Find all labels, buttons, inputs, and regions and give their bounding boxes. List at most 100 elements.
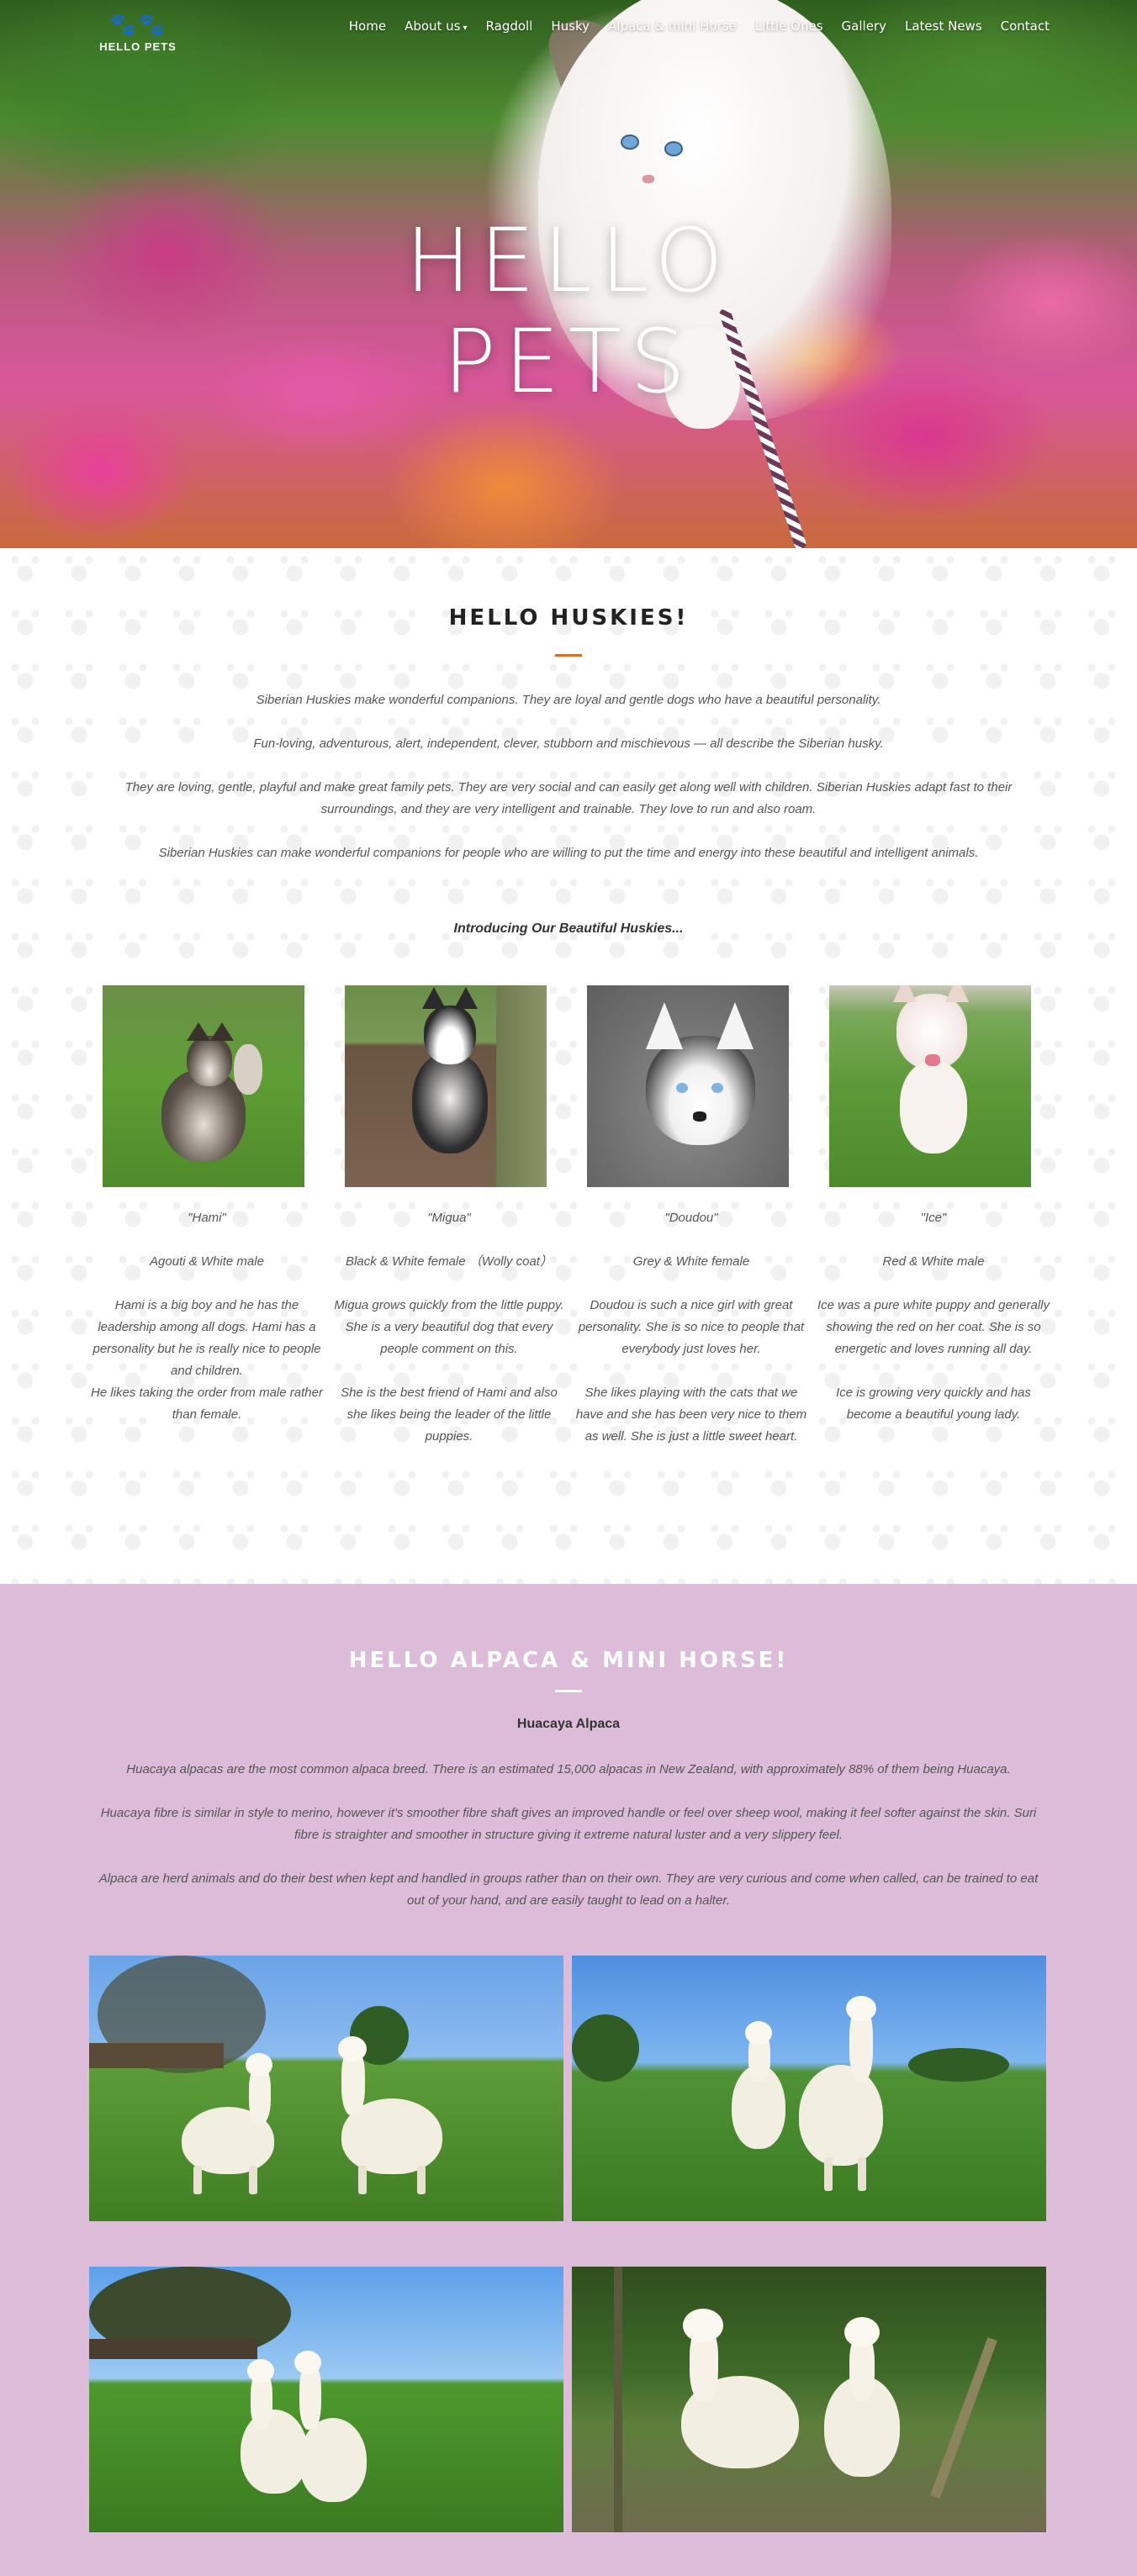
- husky-ear: [717, 1002, 754, 1049]
- huskies-paragraph: Fun-loving, adventurous, alert, independ…: [253, 736, 884, 751]
- dog-description: Ice is growing very quickly and has beco…: [836, 1386, 1031, 1422]
- huskies-title: HELLO HUSKIES!: [448, 605, 689, 631]
- husky-ear: [210, 1022, 234, 1041]
- alpaca-photo[interactable]: [89, 2267, 563, 2532]
- alpaca-body: [799, 2065, 883, 2166]
- fence-post: [496, 985, 547, 1187]
- husky-eye: [676, 1083, 688, 1093]
- alpaca-section: HELLO ALPACA & MINI HORSE! Huacaya Alpac…: [0, 1584, 1137, 2576]
- hero-title-line2: PETS: [443, 310, 694, 413]
- alpaca-head: [338, 2036, 367, 2061]
- husky-body: [900, 1061, 967, 1153]
- husky-ear: [945, 985, 969, 1002]
- husky-ear: [646, 1002, 683, 1049]
- chevron-down-icon: ▾: [463, 24, 468, 33]
- alpaca-photo[interactable]: [89, 1956, 563, 2221]
- alpaca-title: HELLO ALPACA & MINI HORSE!: [348, 1648, 789, 1673]
- alpaca-head: [745, 2021, 772, 2045]
- husky-head: [646, 1036, 755, 1145]
- dog-description: Doudou is such a nice girl with great pe…: [578, 1298, 805, 1356]
- husky-head: [187, 1036, 232, 1086]
- alpaca-head: [247, 2359, 274, 2383]
- dog-description: Hami is a big boy and he has the leaders…: [93, 1298, 321, 1378]
- huskies-section: HELLO HUSKIES! Siberian Huskies make won…: [0, 548, 1137, 1584]
- paw-prints-icon: 🐾🐾: [108, 12, 167, 37]
- alpaca-photo[interactable]: [572, 2267, 1046, 2532]
- husky-figure: [404, 987, 496, 1162]
- dog-color: Grey & White female: [632, 1254, 750, 1269]
- dog-color: Red & White male: [882, 1254, 985, 1269]
- alpaca-body: [241, 2410, 308, 2494]
- tree: [572, 2014, 639, 2082]
- husky-ear: [187, 1022, 210, 1041]
- alpaca-paragraph: Huacaya fibre is similar in style to mer…: [100, 1806, 1037, 1842]
- husky-body: [412, 1053, 488, 1153]
- tree-trunk: [614, 2267, 622, 2532]
- dog-photo-migua[interactable]: [345, 985, 547, 1187]
- husky-figure: [880, 985, 989, 1153]
- nav-about-us[interactable]: About us ▾: [405, 18, 467, 34]
- huskies-intro: Introducing Our Beautiful Huskies...: [453, 921, 684, 936]
- alpaca-leg: [858, 2157, 866, 2191]
- hero-title-line1: HELLO: [405, 209, 732, 312]
- alpaca-leg: [824, 2157, 833, 2191]
- dog-name: "Migua": [427, 1211, 471, 1225]
- cat-eye: [621, 135, 639, 150]
- alpaca-head: [294, 2351, 321, 2374]
- cat-nose: [643, 175, 654, 183]
- alpaca-photo[interactable]: [572, 1956, 1046, 2221]
- alpaca-paragraph: Huacaya alpacas are the most common alpa…: [126, 1762, 1011, 1776]
- dog-photo-ice[interactable]: [829, 985, 1031, 1187]
- shed: [89, 2043, 224, 2068]
- husky-ear: [893, 985, 917, 1002]
- dog-description: Ice was a pure white puppy and generally…: [817, 1298, 1050, 1356]
- nav-alpaca-mini-horse[interactable]: Alpaca & mini Horse: [608, 18, 737, 34]
- nav-little-ones[interactable]: Little Ones: [755, 18, 823, 34]
- shed: [89, 2339, 257, 2359]
- dog-description: Migua grows quickly from the little pupp…: [334, 1298, 564, 1356]
- husky-ear: [422, 987, 446, 1009]
- fence-post: [930, 2336, 997, 2499]
- huskies-paragraph: Siberian Huskies can make wonderful comp…: [158, 846, 979, 860]
- dog-color: Agouti & White male: [150, 1254, 264, 1269]
- dog-description: She likes playing with the cats that we …: [575, 1386, 807, 1444]
- nav-husky[interactable]: Husky: [551, 18, 590, 34]
- alpaca-head: [844, 2317, 880, 2347]
- cat-eye: [664, 141, 683, 156]
- husky-figure: [612, 1002, 780, 1179]
- nav-gallery[interactable]: Gallery: [842, 18, 886, 34]
- husky-tongue: [925, 1054, 940, 1066]
- dog-description: She is the best friend of Hami and also …: [341, 1386, 558, 1444]
- alpaca-body: [299, 2418, 367, 2502]
- dog-name: "Ice": [920, 1211, 947, 1225]
- dog-description: He likes taking the order from male rath…: [91, 1386, 323, 1422]
- dog-photo-doudou[interactable]: [587, 985, 789, 1187]
- tree: [908, 2048, 1009, 2082]
- site-logo[interactable]: 🐾🐾 HELLO PETS: [87, 10, 188, 55]
- logo-text: HELLO PETS: [99, 40, 177, 53]
- nav-home[interactable]: Home: [349, 18, 386, 34]
- huskies-paragraph: They are loving, gentle, playful and mak…: [124, 780, 1013, 816]
- main-nav: Home About us ▾ Ragdoll Husky Alpaca & mi…: [349, 18, 1050, 34]
- alpaca-head: [246, 2053, 272, 2077]
- alpaca-head: [683, 2309, 723, 2342]
- title-divider: [555, 654, 582, 657]
- alpaca-leg: [249, 2166, 257, 2194]
- husky-tail: [234, 1044, 262, 1095]
- nav-contact[interactable]: Contact: [1001, 18, 1050, 34]
- hero-banner: HELLO PETS: [0, 0, 1137, 548]
- alpaca-leg: [358, 2166, 367, 2194]
- title-divider: [555, 1690, 582, 1692]
- alpaca-subtitle: Huacaya Alpaca: [516, 1717, 621, 1731]
- hero-title: HELLO PETS: [0, 210, 1137, 412]
- alpaca-leg: [417, 2166, 426, 2194]
- husky-nose: [693, 1111, 706, 1122]
- dog-name: "Hami": [188, 1211, 226, 1225]
- dog-photo-hami[interactable]: [103, 985, 304, 1187]
- husky-ear: [454, 987, 478, 1009]
- alpaca-leg: [193, 2166, 202, 2194]
- nav-latest-news[interactable]: Latest News: [905, 18, 982, 34]
- nav-ragdoll[interactable]: Ragdoll: [486, 18, 533, 34]
- husky-eye: [711, 1083, 723, 1093]
- alpaca-paragraph: Alpaca are herd animals and do their bes…: [98, 1871, 1039, 1908]
